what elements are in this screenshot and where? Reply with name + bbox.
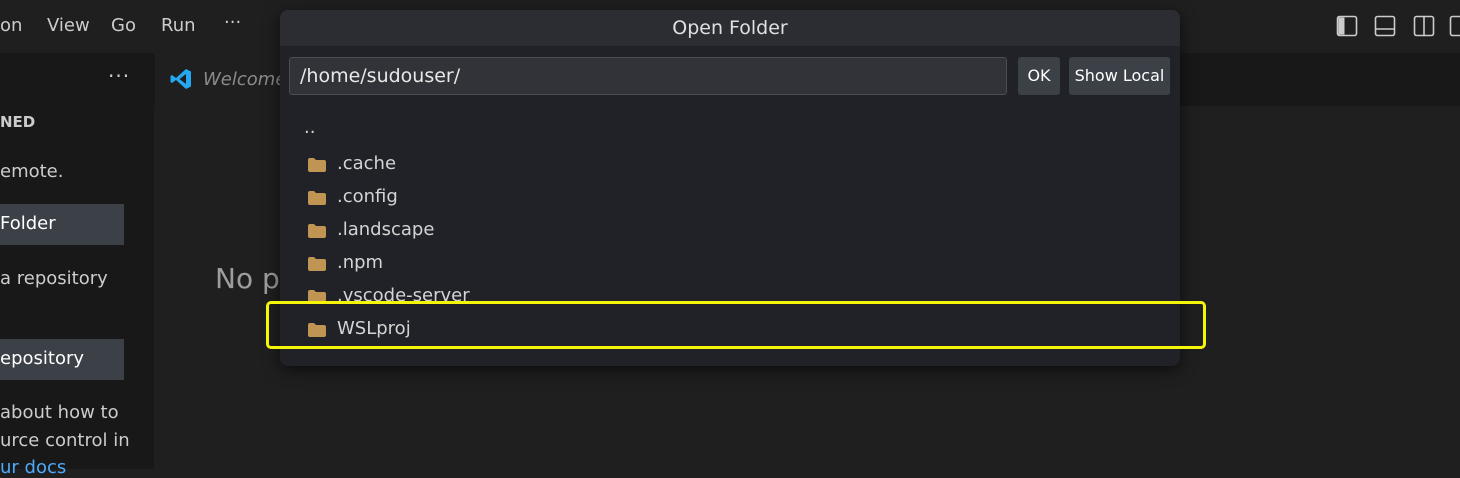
parent-folder-label: ..	[304, 117, 315, 138]
folder-name: .cache	[337, 153, 396, 174]
sidebar-more-actions-button[interactable]: ···	[108, 64, 130, 88]
show-local-button[interactable]: Show Local	[1069, 57, 1170, 95]
toggle-secondary-sidebar-icon[interactable]	[1413, 15, 1435, 37]
folder-name: .landscape	[337, 219, 434, 240]
ok-button[interactable]: OK	[1018, 57, 1060, 95]
menu-run[interactable]: Run	[161, 15, 196, 36]
open-folder-button[interactable]: Folder	[0, 204, 124, 245]
folder-name: .config	[337, 186, 398, 207]
sidebar-remote-text: emote.	[0, 161, 63, 182]
sidebar-header: NED	[0, 113, 35, 131]
menu-more[interactable]: ···	[224, 12, 241, 33]
open-folder-button-label: Folder	[0, 213, 56, 234]
toggle-primary-sidebar-icon[interactable]	[1336, 15, 1358, 37]
customize-layout-icon[interactable]	[1449, 15, 1460, 37]
folder-entry[interactable]: .cache	[280, 148, 1180, 181]
sidebar-learn-text-1: about how to	[0, 402, 119, 423]
clone-repository-button-label: epository	[0, 348, 84, 369]
folder-entry[interactable]: .landscape	[280, 214, 1180, 247]
folder-entry[interactable]: .config	[280, 181, 1180, 214]
folder-icon	[308, 224, 326, 238]
tab-welcome-label: Welcome	[203, 69, 286, 90]
folder-icon	[308, 257, 326, 271]
folder-path-input[interactable]	[289, 57, 1007, 95]
toggle-panel-icon[interactable]	[1374, 15, 1396, 37]
highlight-box	[266, 301, 1206, 349]
tab-welcome[interactable]: Welcome	[155, 53, 295, 106]
sidebar-docs-link[interactable]: ur docs	[0, 457, 66, 478]
editor-empty-text: No p	[215, 262, 280, 295]
vscode-logo-icon	[169, 67, 193, 95]
clone-repository-button[interactable]: epository	[0, 339, 124, 380]
sidebar-repo-text: a repository	[0, 268, 108, 289]
folder-icon	[308, 191, 326, 205]
folder-name: .npm	[337, 252, 383, 273]
menu-view[interactable]: View	[47, 15, 90, 36]
folder-icon	[308, 158, 326, 172]
menu-go[interactable]: Go	[111, 15, 136, 36]
menu-selection[interactable]: on	[0, 15, 22, 36]
parent-folder-entry[interactable]: ..	[280, 115, 1180, 148]
sidebar-learn-text-2: urce control in	[0, 430, 130, 451]
dialog-title: Open Folder	[280, 17, 1180, 39]
folder-entry[interactable]: .npm	[280, 247, 1180, 280]
dialog-title-bar: Open Folder	[280, 10, 1180, 46]
